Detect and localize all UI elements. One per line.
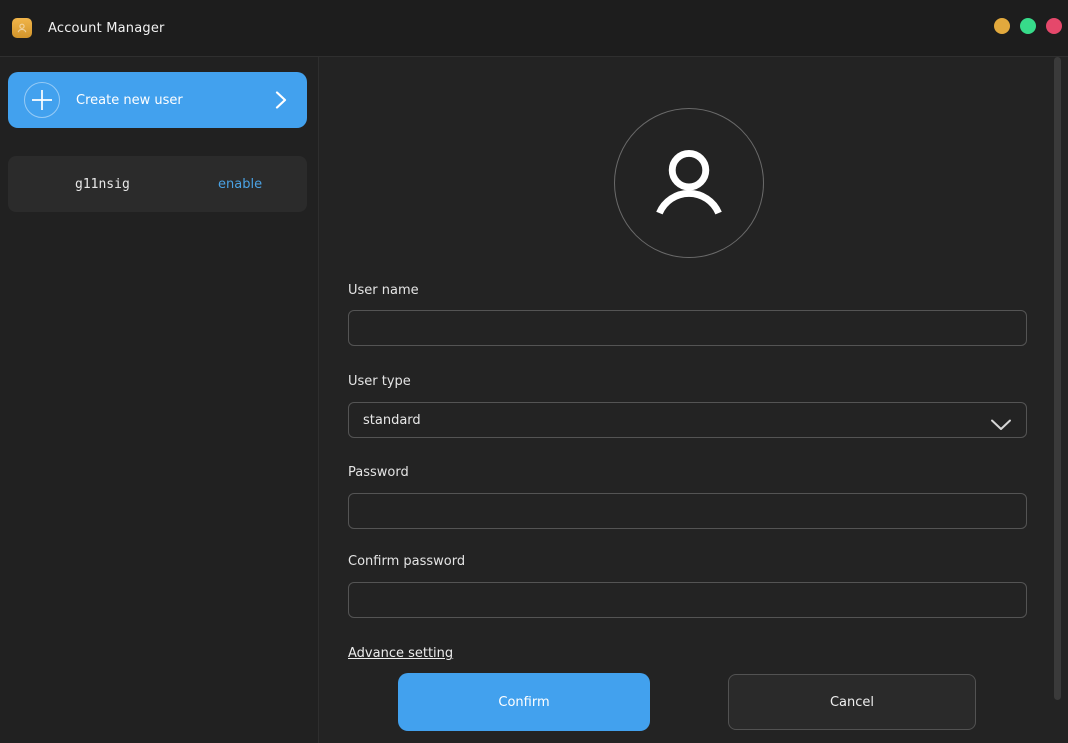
user-list-item[interactable]: g11nsig enable (8, 156, 307, 212)
advance-setting-link[interactable]: Advance setting (348, 646, 453, 661)
minimize-button[interactable] (994, 18, 1010, 34)
enable-user-link[interactable]: enable (218, 177, 262, 192)
vertical-scrollbar[interactable] (1054, 57, 1061, 700)
usertype-select[interactable]: standard (348, 402, 1027, 438)
confirm-button[interactable]: Confirm (398, 673, 650, 731)
username-label: User name (348, 283, 419, 298)
password-input[interactable] (348, 493, 1027, 529)
confirm-password-input[interactable] (348, 582, 1027, 618)
usertype-selected-value: standard (363, 413, 421, 428)
app-user-icon (12, 18, 32, 38)
account-manager-window: Account Manager Create new user g11nsig (0, 0, 1068, 743)
window-controls (994, 18, 1062, 34)
usertype-label: User type (348, 374, 411, 389)
sidebar: Create new user g11nsig enable (0, 57, 319, 743)
close-button[interactable] (1046, 18, 1062, 34)
cancel-button[interactable]: Cancel (728, 674, 976, 730)
password-label: Password (348, 465, 409, 480)
username-input[interactable] (348, 310, 1027, 346)
person-icon (615, 108, 763, 258)
user-name-label: g11nsig (75, 177, 130, 192)
chevron-right-icon (275, 91, 287, 113)
window-title: Account Manager (48, 21, 165, 36)
avatar (614, 108, 764, 258)
titlebar: Account Manager (0, 0, 1068, 57)
plus-icon (24, 82, 60, 118)
chevron-down-icon (990, 416, 1012, 435)
maximize-button[interactable] (1020, 18, 1036, 34)
create-new-user-label: Create new user (76, 93, 183, 108)
create-user-form: User name User type standard Password Co… (320, 57, 1068, 743)
confirm-password-label: Confirm password (348, 554, 465, 569)
create-new-user-button[interactable]: Create new user (8, 72, 307, 128)
